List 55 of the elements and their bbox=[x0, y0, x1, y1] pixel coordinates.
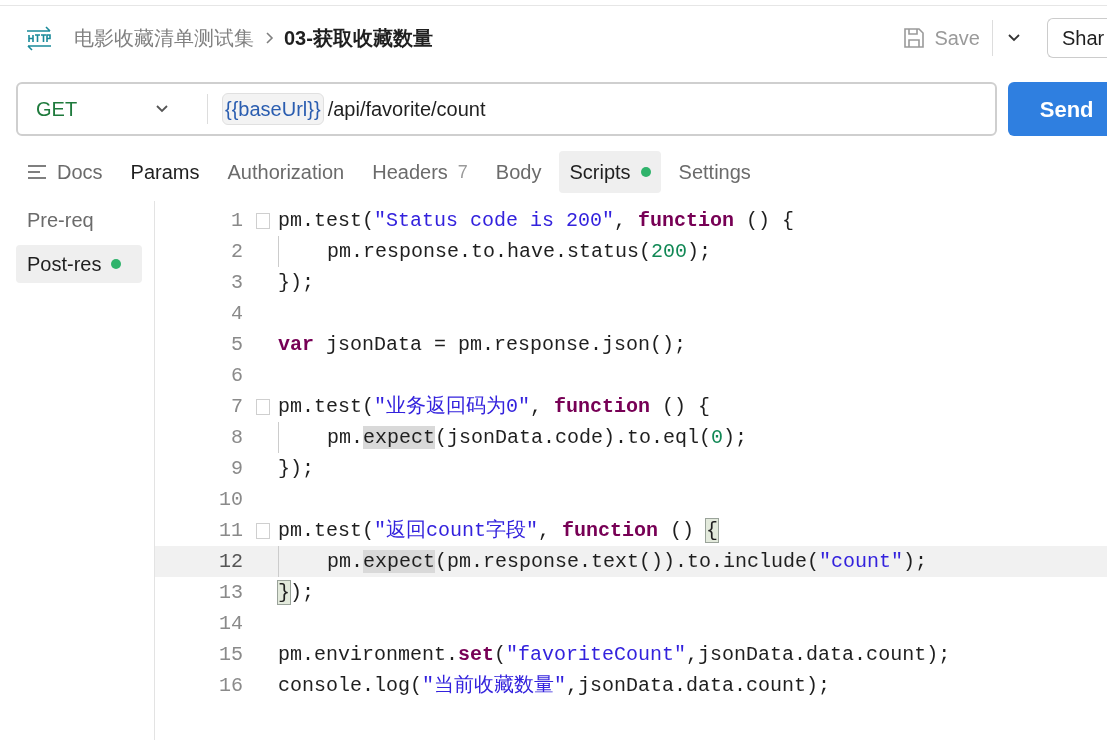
line-number: 13 bbox=[218, 579, 244, 606]
line-number: 5 bbox=[230, 331, 244, 358]
request-tab[interactable]: Docs bbox=[27, 151, 113, 193]
code-line: pm.expect(pm.response.text()).to.include("count"); bbox=[327, 548, 928, 575]
fold-marker[interactable] bbox=[255, 212, 270, 229]
save-button[interactable]: Save bbox=[900, 18, 982, 58]
request-tab[interactable]: Settings bbox=[668, 151, 761, 193]
line-number: 1 bbox=[230, 207, 244, 234]
chevron-down-icon bbox=[155, 104, 169, 114]
method-dropdown[interactable]: GET bbox=[18, 84, 193, 134]
line-number: 10 bbox=[218, 486, 244, 513]
breadcrumb-link[interactable]: 电影收藏清单测试集 bbox=[74, 23, 254, 53]
code-line: }); bbox=[278, 269, 314, 296]
code-line: }); bbox=[278, 455, 314, 482]
fold-marker[interactable] bbox=[255, 522, 270, 539]
code-line: pm.environment.set("favoriteCount",jsonData.data.count); bbox=[278, 641, 951, 668]
script-tab[interactable]: Pre-req bbox=[16, 201, 142, 239]
fold-marker[interactable] bbox=[255, 398, 270, 415]
line-number: 14 bbox=[218, 610, 244, 637]
code-line: pm.expect(jsonData.code).to.eql(0); bbox=[327, 424, 748, 451]
line-number: 4 bbox=[230, 300, 244, 327]
line-number: 9 bbox=[230, 455, 244, 482]
line-number: 12 bbox=[218, 548, 244, 575]
variable-chip[interactable]: {{baseUrl}} bbox=[222, 93, 324, 125]
line-number: 3 bbox=[230, 269, 244, 296]
chevron-down-icon bbox=[1007, 33, 1021, 43]
code-line: pm.response.to.have.status(200); bbox=[327, 238, 712, 265]
share-button[interactable]: Shar bbox=[1047, 18, 1107, 58]
request-tab[interactable]: Body bbox=[485, 151, 552, 193]
line-number: 2 bbox=[230, 238, 244, 265]
script-tab[interactable]: Post-res bbox=[16, 245, 142, 283]
line-number: 7 bbox=[230, 393, 244, 420]
code-line: pm.test("业务返回码为0", function () { bbox=[278, 393, 711, 420]
line-number: 8 bbox=[230, 424, 244, 451]
chevron-right-icon bbox=[264, 31, 274, 45]
line-number: 16 bbox=[218, 672, 244, 699]
send-button[interactable]: Send bbox=[1007, 82, 1107, 136]
code-line: }); bbox=[278, 579, 315, 606]
request-tab[interactable]: Authorization bbox=[217, 151, 355, 193]
request-tab[interactable]: Params bbox=[120, 151, 210, 193]
request-tab[interactable]: Headers 7 bbox=[362, 151, 478, 193]
http-icon bbox=[24, 24, 54, 52]
count-label: 7 bbox=[457, 160, 468, 184]
code-line: var jsonData = pm.response.json(); bbox=[278, 331, 687, 358]
line-number: 15 bbox=[218, 641, 244, 668]
request-tab[interactable]: Scripts bbox=[559, 151, 661, 193]
code-line: pm.test("Status code is 200", function () { bbox=[278, 207, 795, 234]
request-title: 03-获取收藏数量 bbox=[284, 26, 433, 51]
code-line: pm.test("返回count字段", function () { bbox=[278, 517, 719, 544]
line-number: 6 bbox=[230, 362, 244, 389]
lines-icon bbox=[27, 164, 47, 180]
code-line: console.log("当前收藏数量",jsonData.data.count); bbox=[278, 672, 831, 699]
save-icon bbox=[902, 26, 927, 50]
url-path[interactable]: /api/favorite/count bbox=[327, 94, 486, 124]
line-number: 11 bbox=[218, 517, 244, 544]
